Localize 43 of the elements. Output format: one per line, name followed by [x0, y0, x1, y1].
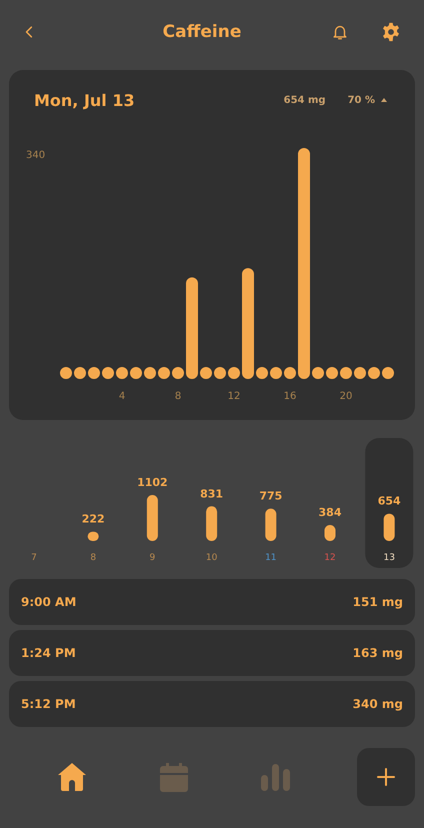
max-value-label: 340	[26, 150, 46, 161]
screen-title: Caffeine	[162, 22, 242, 42]
hour-label: 4	[118, 391, 126, 402]
day-bar[interactable]	[324, 524, 336, 541]
day-total: 1102	[137, 476, 168, 489]
day-bar[interactable]	[265, 508, 276, 541]
settings-icon[interactable]	[381, 22, 401, 42]
day-total: 384	[318, 506, 342, 519]
day-number[interactable]: 10	[206, 553, 218, 563]
bell-icon[interactable]	[331, 23, 349, 41]
day-total: 222	[82, 512, 105, 526]
day-total: 775	[259, 490, 282, 503]
entry-amount: 340 mg	[352, 697, 403, 711]
day-number[interactable]: 11	[265, 553, 277, 563]
day-number[interactable]: 8	[90, 553, 96, 563]
total-amount: 654 mg	[284, 94, 326, 106]
plus-icon	[377, 768, 395, 786]
caret-up-icon[interactable]	[381, 98, 387, 102]
day-bar[interactable]	[206, 506, 218, 541]
entry-amount: 151 mg	[352, 595, 403, 609]
selected-day-highlight[interactable]	[365, 438, 414, 568]
day-bar[interactable]	[88, 532, 99, 541]
percent-label: 70 %	[348, 94, 375, 106]
entry-amount: 163 mg	[352, 646, 403, 660]
hour-label: 8	[174, 391, 182, 402]
intake-entry[interactable]: 9:00 AM 151 mg	[9, 579, 415, 625]
date-label: Mon, Jul 13	[34, 90, 136, 110]
entry-time: 5:12 PM	[21, 697, 76, 711]
entry-time: 9:00 AM	[21, 595, 76, 609]
day-number[interactable]: 7	[31, 553, 37, 563]
hour-label: 20	[340, 391, 352, 402]
day-total: 654	[378, 494, 401, 508]
hour-label: 12	[228, 391, 240, 402]
intake-entry[interactable]: 5:12 PM 340 mg	[9, 681, 415, 727]
entry-time: 1:24 PM	[21, 646, 76, 660]
intake-entry[interactable]: 1:24 PM 163 mg	[9, 630, 415, 676]
day-total: 831	[200, 487, 224, 500]
day-number[interactable]: 12	[324, 553, 336, 563]
day-bar[interactable]	[146, 495, 158, 541]
day-number[interactable]: 13	[383, 553, 395, 563]
hour-label: 16	[284, 391, 296, 402]
home-icon[interactable]	[57, 762, 87, 792]
day-number[interactable]: 9	[150, 553, 156, 563]
